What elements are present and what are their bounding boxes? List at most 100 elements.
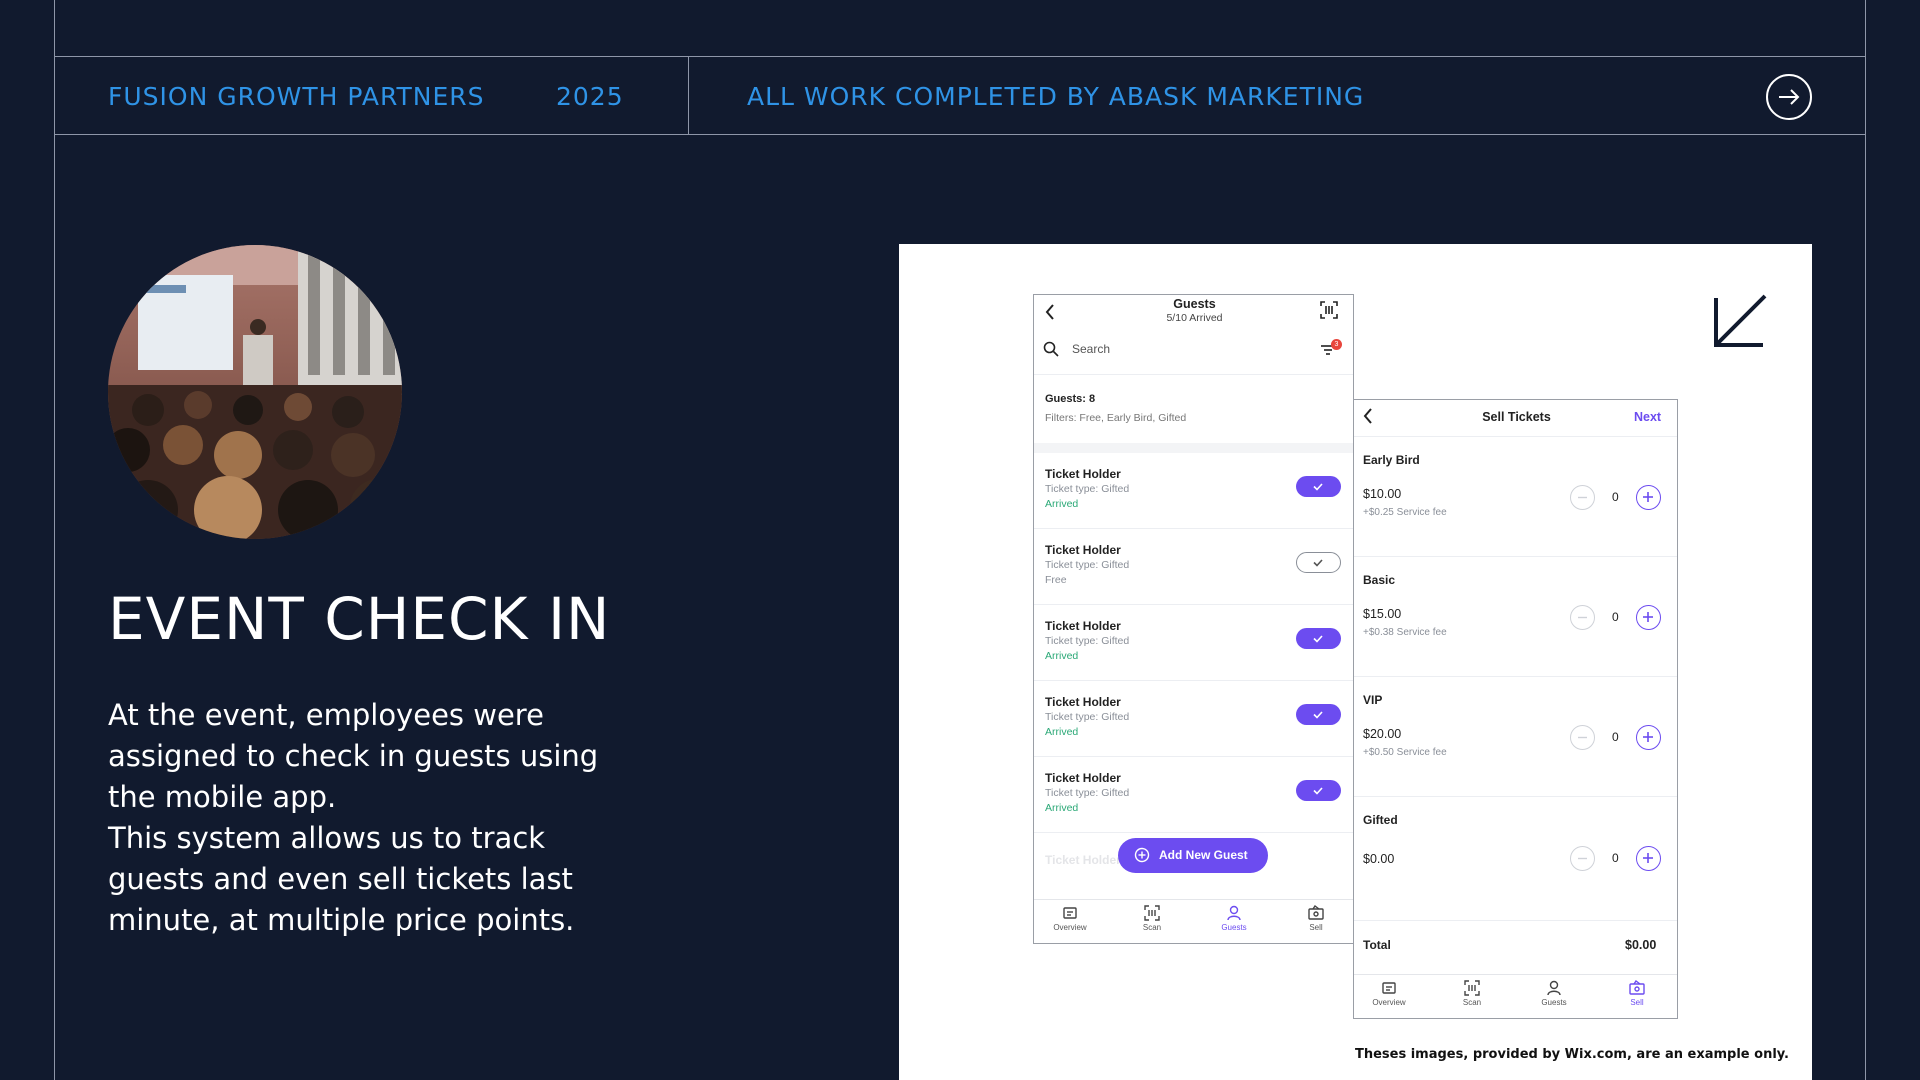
ticket-option: Gifted $0.00 0: [1354, 797, 1677, 921]
tab-label: Sell: [1630, 998, 1644, 1007]
guest-status: Arrived: [1045, 726, 1079, 738]
tab-scan[interactable]: Scan: [1122, 905, 1182, 932]
overview-icon: [1382, 982, 1396, 994]
overview-icon: [1063, 907, 1077, 919]
arrow-down-left-icon: [1712, 293, 1768, 353]
qr-scan-icon[interactable]: [1320, 301, 1338, 324]
ticket-name: Early Bird: [1363, 453, 1420, 467]
decrease-button[interactable]: [1570, 846, 1595, 871]
total-label: Total: [1363, 938, 1391, 952]
scan-icon: [1144, 905, 1160, 921]
checkin-toggle[interactable]: [1296, 780, 1341, 801]
bottom-tab-bar: Overview Scan Guests Sell: [1354, 974, 1677, 1018]
body-line: guests and even sell tickets last: [108, 862, 573, 896]
ticket-type: Ticket type: Gifted: [1045, 787, 1130, 799]
section-title: EVENT CHECK IN: [108, 585, 611, 653]
divider: [1034, 374, 1353, 375]
frame-right-border: [1865, 0, 1866, 1080]
header-year: 2025: [556, 82, 624, 111]
guest-status: Free: [1045, 574, 1067, 586]
guest-name: Ticket Holder: [1045, 543, 1121, 557]
tab-label: Scan: [1462, 998, 1482, 1007]
body-line: assigned to check in guests using: [108, 739, 599, 773]
tab-guests[interactable]: Guests: [1524, 980, 1584, 1007]
ticket-type: Ticket type: Gifted: [1045, 559, 1130, 571]
ticket-name: Gifted: [1363, 813, 1398, 827]
decrease-button[interactable]: [1570, 485, 1595, 510]
guest-name: Ticket Holder: [1045, 695, 1121, 709]
company-name: FUSION GROWTH PARTNERS: [108, 82, 485, 111]
ticket-option: Early Bird $10.00 +$0.25 Service fee 0: [1354, 437, 1677, 557]
ticket-icon: [1629, 980, 1645, 995]
tab-overview[interactable]: Overview: [1359, 980, 1419, 1007]
tab-sell[interactable]: Sell: [1286, 905, 1346, 932]
checkin-toggle[interactable]: [1296, 704, 1341, 725]
ticket-price: $10.00: [1363, 487, 1402, 501]
section-gap: [1034, 443, 1353, 453]
tab-scan[interactable]: Scan: [1442, 980, 1502, 1007]
checkin-toggle[interactable]: [1296, 628, 1341, 649]
ticket-option: VIP $20.00 +$0.50 Service fee 0: [1354, 677, 1677, 797]
checkin-toggle[interactable]: [1296, 476, 1341, 497]
arrived-count: 5/10 Arrived: [1166, 312, 1223, 324]
sell-tickets-screen: Sell Tickets Next Early Bird $10.00 +$0.…: [1353, 399, 1678, 1019]
filter-count-badge: 3: [1331, 339, 1342, 350]
decrease-button[interactable]: [1570, 605, 1595, 630]
guest-status: Arrived: [1045, 498, 1079, 510]
guest-name: Ticket Holder: [1045, 467, 1121, 481]
increase-button[interactable]: [1636, 846, 1661, 871]
total-value: $0.00: [1625, 938, 1657, 952]
arrow-right-circle-icon[interactable]: [1766, 74, 1812, 120]
body-line: the mobile app.: [108, 780, 337, 814]
guest-row[interactable]: Ticket Holder Ticket type: Gifted Arrive…: [1034, 453, 1353, 529]
increase-button[interactable]: [1636, 485, 1661, 510]
guest-status: Arrived: [1045, 802, 1079, 814]
ticket-type: Ticket type: Gifted: [1045, 635, 1130, 647]
ticket-price: $20.00: [1363, 727, 1402, 741]
image-disclaimer: Theses images, provided by Wix.com, are …: [1354, 1047, 1789, 1062]
quantity-value: 0: [1612, 610, 1619, 624]
guest-row[interactable]: Ticket Holder Ticket type: Gifted Arrive…: [1034, 681, 1353, 757]
add-new-guest-button[interactable]: Add New Guest: [1118, 838, 1268, 873]
body-line: This system allows us to track: [108, 821, 546, 855]
checkin-toggle[interactable]: [1296, 552, 1341, 573]
ticket-type: Ticket type: Gifted: [1045, 711, 1130, 723]
increase-button[interactable]: [1636, 605, 1661, 630]
credit-text: ALL WORK COMPLETED BY ABASK MARKETING: [747, 82, 1365, 111]
tab-sell[interactable]: Sell: [1607, 980, 1667, 1007]
search-icon: [1043, 341, 1059, 362]
ticket-name: VIP: [1363, 693, 1383, 707]
frame-left-border: [54, 0, 55, 1080]
service-fee: +$0.25 Service fee: [1363, 507, 1447, 518]
tab-guests[interactable]: Guests: [1204, 905, 1264, 932]
body-line: At the event, employees were: [108, 698, 544, 732]
guest-name: Ticket Holder: [1045, 853, 1121, 867]
tab-label: Guests: [1541, 998, 1567, 1007]
header-top-border: [54, 56, 1866, 57]
ticket-type: Ticket type: Gifted: [1045, 483, 1130, 495]
guest-row[interactable]: Ticket Holder Ticket type: Gifted Arrive…: [1034, 605, 1353, 681]
header-divider: [688, 56, 689, 135]
decrease-button[interactable]: [1570, 725, 1595, 750]
service-fee: +$0.38 Service fee: [1363, 627, 1447, 638]
tab-label: Scan: [1142, 923, 1162, 932]
quantity-value: 0: [1612, 490, 1619, 504]
user-icon: [1227, 905, 1241, 921]
next-button[interactable]: Next: [1634, 410, 1661, 424]
body-line: minute, at multiple price points.: [108, 903, 575, 937]
service-fee: +$0.50 Service fee: [1363, 747, 1447, 758]
tab-overview[interactable]: Overview: [1040, 905, 1100, 932]
guest-row[interactable]: Ticket Holder Ticket type: Gifted Free: [1034, 529, 1353, 605]
guest-row[interactable]: Ticket Holder Ticket type: Gifted Arrive…: [1034, 757, 1353, 833]
ticket-price: $15.00: [1363, 607, 1402, 621]
add-new-guest-label: Add New Guest: [1159, 848, 1248, 862]
quantity-value: 0: [1612, 851, 1619, 865]
quantity-value: 0: [1612, 730, 1619, 744]
ticket-icon: [1308, 905, 1324, 920]
search-input[interactable]: Search: [1072, 342, 1110, 356]
screen-title: Sell Tickets: [1482, 410, 1551, 424]
guest-name: Ticket Holder: [1045, 771, 1121, 785]
tab-label: Overview: [1372, 998, 1406, 1007]
increase-button[interactable]: [1636, 725, 1661, 750]
ticket-name: Basic: [1363, 573, 1396, 587]
